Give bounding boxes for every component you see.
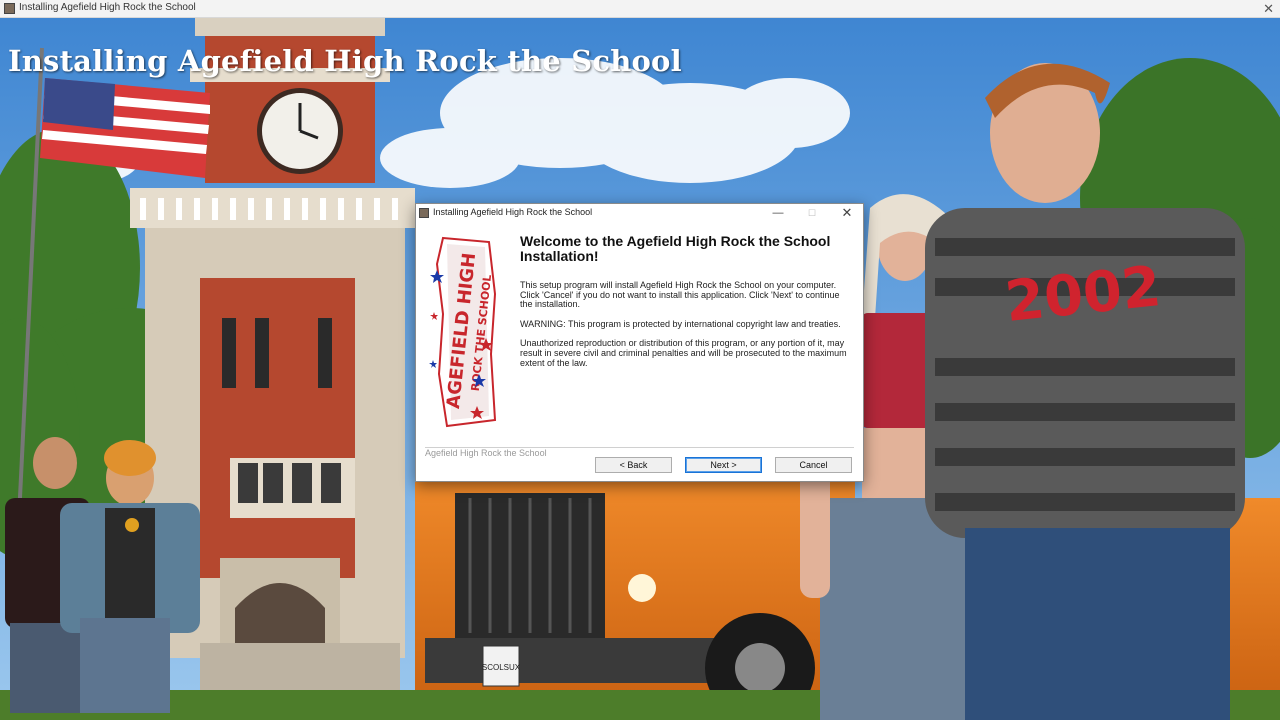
installer-dialog: Installing Agefield High Rock the School… [415, 203, 864, 482]
game-logo: AGEFIELD HIGH ROCK THE SCHOOL [429, 236, 497, 428]
back-button[interactable]: < Back [595, 457, 672, 473]
legal-text: Unauthorized reproduction or distributio… [520, 338, 847, 368]
dialog-content: Welcome to the Agefield High Rock the Sc… [520, 234, 850, 368]
banner-title: Installing Agefield High Rock the School [8, 44, 682, 78]
next-button[interactable]: Next > [685, 457, 762, 473]
minimize-button[interactable]: — [766, 205, 790, 221]
welcome-heading: Welcome to the Agefield High Rock the Sc… [520, 233, 831, 264]
window-titlebar: Installing Agefield High Rock the School… [0, 0, 1280, 18]
app-icon [4, 3, 15, 14]
dialog-titlebar: Installing Agefield High Rock the School… [416, 204, 863, 222]
cancel-button[interactable]: Cancel [775, 457, 852, 473]
brand-label: Agefield High Rock the School [425, 448, 547, 458]
dialog-title: Installing Agefield High Rock the School [433, 207, 593, 217]
window-close-button[interactable]: ✕ [1263, 1, 1274, 16]
intro-text: This setup program will install Agefield… [520, 280, 840, 310]
dialog-close-button[interactable]: ✕ [835, 205, 859, 221]
warning-text: WARNING: This program is protected by in… [520, 318, 841, 329]
window-title: Installing Agefield High Rock the School [19, 2, 196, 13]
license-plate-text: SCOLSUX [482, 663, 521, 672]
dialog-app-icon [419, 208, 429, 218]
maximize-button: ☐ [807, 208, 817, 218]
